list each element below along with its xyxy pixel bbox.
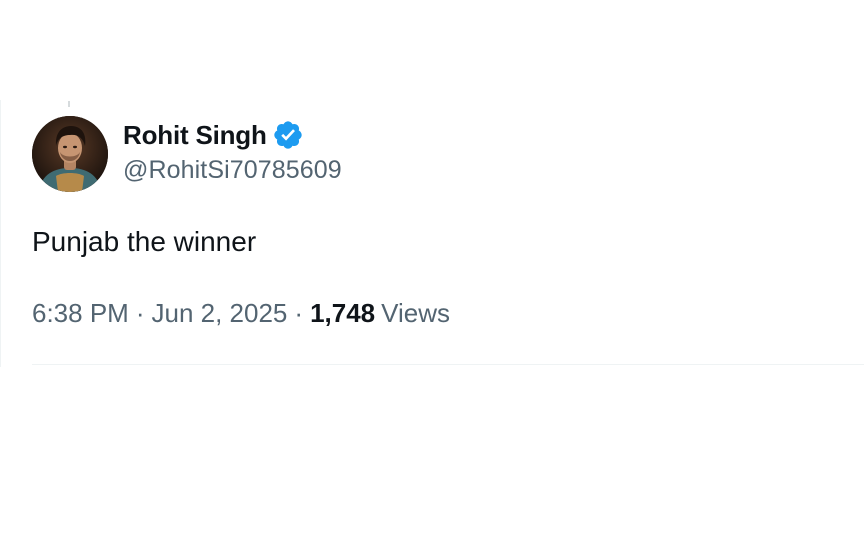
verified-badge-icon[interactable] bbox=[272, 119, 304, 151]
tweet-card: Rohit Singh @RohitSi70785609 Punjab the … bbox=[0, 0, 864, 540]
views-count[interactable]: 1,748 bbox=[310, 298, 375, 329]
tweet-date[interactable]: Jun 2, 2025 bbox=[152, 298, 288, 329]
tweet-time[interactable]: 6:38 PM bbox=[32, 298, 129, 329]
author-display-name[interactable]: Rohit Singh bbox=[123, 120, 267, 151]
tweet-meta: 6:38 PM · Jun 2, 2025 · 1,748 Views bbox=[32, 298, 450, 329]
author-handle[interactable]: @RohitSi70785609 bbox=[123, 156, 342, 185]
avatar[interactable] bbox=[32, 116, 108, 192]
tweet-text: Punjab the winner bbox=[32, 226, 257, 257]
avatar-image bbox=[32, 116, 108, 192]
thread-tick-mark bbox=[68, 101, 70, 107]
meta-separator: · bbox=[135, 298, 145, 328]
thread-left-border bbox=[0, 100, 1, 367]
views-label[interactable]: Views bbox=[381, 298, 450, 329]
meta-separator: · bbox=[294, 298, 304, 328]
author-name-row[interactable]: Rohit Singh bbox=[123, 118, 304, 152]
divider bbox=[32, 364, 864, 365]
